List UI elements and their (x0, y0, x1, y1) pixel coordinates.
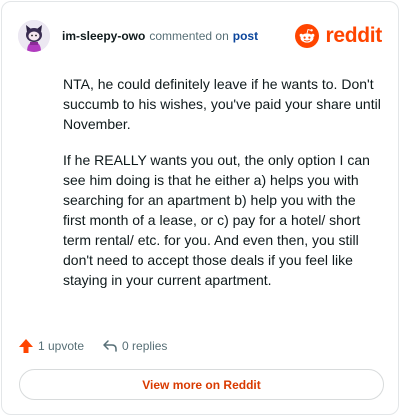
comment-body: NTA, he could definitely leave if he wan… (63, 74, 381, 306)
post-link[interactable]: post (233, 29, 258, 43)
comment-actions: 1 upvote 0 replies (18, 334, 185, 358)
upvote-button[interactable]: 1 upvote (18, 338, 84, 354)
replies-count: 0 replies (122, 339, 168, 353)
comment-meta: im-sleepy-owo commented on post (62, 29, 295, 43)
replies-button[interactable]: 0 replies (102, 338, 167, 354)
username-link[interactable]: im-sleepy-owo (62, 29, 145, 43)
upvote-count: 1 upvote (38, 339, 85, 353)
reddit-wordmark: reddit (325, 24, 382, 47)
upvote-arrow-icon (18, 338, 34, 354)
comment-paragraph: If he REALLY wants you out, the only opt… (63, 152, 370, 288)
user-avatar-icon[interactable] (18, 20, 50, 52)
reddit-logo-icon (295, 24, 320, 48)
reply-arrow-icon (102, 338, 118, 354)
comment-header: im-sleepy-owo commented on post reddit (18, 20, 382, 52)
comment-embed-card: im-sleepy-owo commented on post reddit N… (1, 1, 399, 415)
comment-paragraph: NTA, he could definitely leave if he wan… (63, 76, 381, 132)
reddit-brand[interactable]: reddit (295, 24, 382, 48)
commented-on-text: commented on (149, 29, 229, 43)
view-more-button[interactable]: View more on Reddit (19, 369, 384, 400)
